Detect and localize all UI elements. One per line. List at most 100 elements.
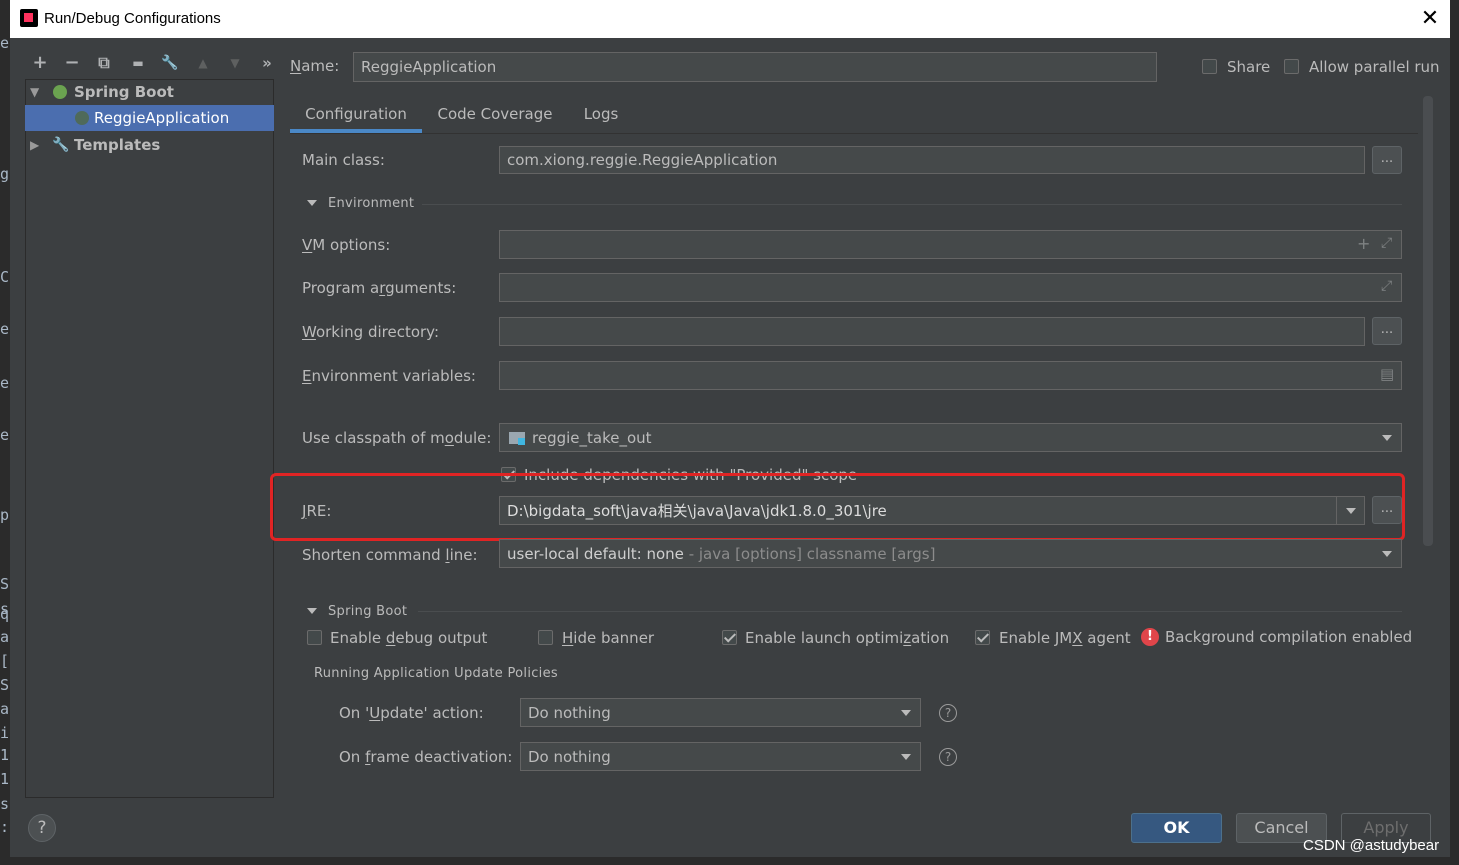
background-editor-char: g [0,165,10,183]
on-update-label: On 'Update' action: [339,704,484,722]
expand-icon[interactable]: ⤢ [1381,278,1392,294]
background-editor-char: : [0,818,10,836]
background-editor-char: S [0,676,10,694]
edit-templates-wrench-icon[interactable]: 🔧 [159,52,181,74]
on-update-value: Do nothing [528,704,611,722]
tree-label-templates: Templates [74,136,161,154]
expanded-arrow-icon[interactable]: ▼ [30,79,39,105]
error-icon: ! [1141,628,1159,646]
background-editor-char: e [0,34,10,52]
expand-icon[interactable]: ⤢ [1381,235,1392,251]
close-icon[interactable]: ✕ [1418,5,1442,33]
highlight-annotation-box [270,473,1405,541]
tree-item-templates[interactable]: ▶ 🔧 Templates [25,132,274,158]
background-editor-char: s [0,795,10,813]
on-frame-value: Do nothing [528,748,611,766]
environment-separator [422,204,1402,205]
move-down-button[interactable]: ▼ [224,52,246,74]
share-label: Share [1227,58,1271,76]
program-arguments-input[interactable] [499,273,1402,302]
environment-collapse-arrow-icon[interactable] [307,200,317,206]
collapsed-arrow-icon[interactable]: ▶ [30,132,39,158]
spring-boot-section-title: Spring Boot [328,604,408,619]
more-toolbar-button[interactable]: » [256,52,278,74]
hide-banner-label: Hide banner [562,629,655,647]
background-compilation-label: Background compilation enabled [1165,628,1413,646]
background-editor-char: i [0,724,10,742]
classpath-module-select[interactable]: reggie_take_out [499,423,1402,452]
copy-configuration-button[interactable]: ⧉ [93,52,115,74]
jmx-agent-checkbox[interactable] [975,630,990,645]
intellij-app-icon [20,9,38,27]
add-configuration-button[interactable]: + [29,52,51,74]
classpath-module-value: reggie_take_out [532,429,652,447]
chevron-down-icon [901,754,911,760]
program-arguments-label: Program arguments: [302,279,457,297]
background-editor-char: [ [0,652,10,670]
background-editor-char: e [0,374,10,392]
main-class-browse-button[interactable]: ... [1372,146,1402,174]
allow-parallel-run-checkbox[interactable] [1284,59,1299,74]
working-directory-browse-button[interactable]: ... [1372,317,1402,345]
ok-button[interactable]: OK [1131,813,1222,843]
name-input[interactable]: ReggieApplication [353,52,1157,82]
on-update-select[interactable]: Do nothing [520,698,921,727]
debug-output-label: Enable debug output [330,629,488,647]
title-bar [10,0,1450,38]
hide-banner-checkbox[interactable] [538,630,553,645]
environment-variables-input[interactable] [499,361,1402,390]
working-directory-input[interactable] [499,317,1365,346]
environment-section-title: Environment [328,196,415,211]
watermark-text: CSDN @astudybear [1303,837,1440,854]
tab-logs[interactable]: Logs [574,100,628,132]
shorten-value: user-local default: none [507,545,684,563]
shorten-hint: - java [options] classname [args] [683,545,936,563]
on-frame-deactivation-label: On frame deactivation: [339,748,513,766]
move-up-button[interactable]: ▲ [192,52,214,74]
vm-options-label: VM options: [302,236,391,254]
tree-item-reggie-application[interactable]: ReggieApplication [25,105,274,131]
allow-parallel-run-label: Allow parallel run [1309,58,1440,76]
tree-label-spring-boot: Spring Boot [74,83,174,101]
chevron-down-icon [1382,435,1392,441]
tabs-separator [290,133,1418,134]
launch-optimization-label: Enable launch optimization [745,629,950,647]
document-icon[interactable]: ▤ [1380,365,1394,383]
spring-boot-collapse-arrow-icon[interactable] [307,608,317,614]
background-editor-char: a [0,700,10,718]
window-title: Run/Debug Configurations [44,10,221,27]
tab-configuration[interactable]: Configuration [290,100,422,132]
policies-separator [570,674,1402,675]
debug-output-checkbox[interactable] [307,630,322,645]
add-option-icon[interactable]: + [1357,234,1370,253]
vm-options-input[interactable] [499,230,1402,259]
tree-item-spring-boot[interactable]: ▼ Spring Boot [25,79,274,105]
vertical-scrollbar[interactable] [1423,96,1433,546]
configuration-tree [25,79,274,798]
save-configuration-button[interactable]: ▬ [127,52,149,74]
remove-configuration-button[interactable]: − [61,52,83,74]
working-directory-label: Working directory: [302,323,440,341]
background-editor-char: e [0,426,10,444]
background-editor-char: 1 [0,770,10,788]
spring-boot-icon [53,85,67,99]
background-editor-char: e [0,320,10,338]
update-policies-title: Running Application Update Policies [314,666,558,681]
tree-label-reggie-application: ReggieApplication [94,109,230,127]
jmx-agent-label: Enable JMX agent [999,629,1131,647]
help-question-icon[interactable]: ? [939,704,957,722]
help-question-icon[interactable]: ? [939,748,957,766]
tab-code-coverage[interactable]: Code Coverage [430,100,560,132]
shorten-command-line-select[interactable]: user-local default: none - java [options… [499,539,1402,568]
main-class-label: Main class: [302,151,385,169]
share-checkbox[interactable] [1202,59,1217,74]
main-class-input[interactable]: com.xiong.reggie.ReggieApplication [499,146,1365,174]
environment-variables-label: Environment variables: [302,367,476,385]
background-editor-char: C [0,268,10,286]
launch-optimization-checkbox[interactable] [722,630,737,645]
help-button[interactable]: ? [28,814,56,842]
on-frame-deactivation-select[interactable]: Do nothing [520,742,921,771]
background-editor-char: a [0,628,10,646]
wrench-icon: 🔧 [52,137,70,153]
classpath-module-label: Use classpath of module: [302,429,492,447]
